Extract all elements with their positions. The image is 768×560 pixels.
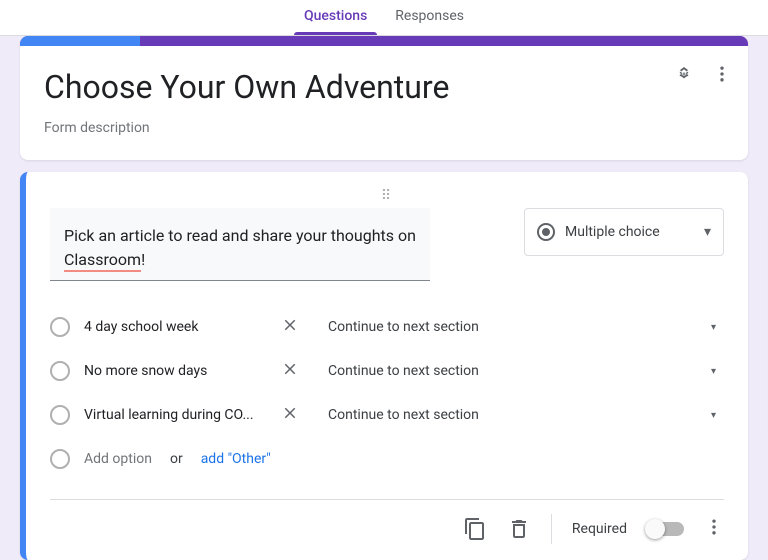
- tab-responses[interactable]: Responses: [381, 0, 478, 35]
- goto-label: Continue to next section: [328, 407, 479, 423]
- more-vert-icon[interactable]: [704, 517, 724, 541]
- remove-option-icon[interactable]: [278, 360, 302, 382]
- drag-handle-icon[interactable]: ⠿: [50, 188, 724, 204]
- collapse-icon[interactable]: [674, 64, 694, 88]
- duplicate-icon[interactable]: [463, 517, 487, 541]
- caret-down-icon: ▾: [711, 366, 716, 377]
- tab-questions[interactable]: Questions: [290, 0, 381, 35]
- required-toggle[interactable]: [647, 522, 684, 536]
- add-other-button[interactable]: add "Other": [201, 451, 271, 467]
- question-text-underlined: Classroom: [64, 250, 141, 272]
- goto-label: Continue to next section: [328, 319, 479, 335]
- remove-option-icon[interactable]: [278, 316, 302, 338]
- goto-dropdown[interactable]: Continue to next section ▾: [316, 407, 724, 423]
- caret-down-icon: ▾: [711, 410, 716, 421]
- option-label[interactable]: No more snow days: [84, 363, 264, 379]
- add-option-row: Add option or add "Other": [50, 437, 724, 481]
- question-footer: Required: [50, 510, 724, 548]
- radio-empty-icon: [50, 405, 70, 425]
- form-header-card: Choose Your Own Adventure Form descripti…: [20, 36, 748, 160]
- goto-dropdown[interactable]: Continue to next section ▾: [316, 363, 724, 379]
- form-title[interactable]: Choose Your Own Adventure: [44, 68, 724, 106]
- add-option-button[interactable]: Add option: [84, 451, 152, 467]
- option-row: Virtual learning during CO... Continue t…: [50, 393, 724, 437]
- required-label: Required: [572, 521, 627, 537]
- divider: [50, 499, 724, 500]
- or-text: or: [170, 451, 183, 467]
- caret-down-icon: ▾: [711, 322, 716, 333]
- goto-dropdown[interactable]: Continue to next section ▾: [316, 319, 724, 335]
- separator: [551, 514, 552, 544]
- radio-empty-icon: [50, 449, 70, 469]
- option-label[interactable]: 4 day school week: [84, 319, 264, 335]
- radio-empty-icon: [50, 361, 70, 381]
- remove-option-icon[interactable]: [278, 404, 302, 426]
- caret-down-icon: ▾: [704, 224, 711, 240]
- more-vert-icon[interactable]: [712, 64, 732, 88]
- question-type-label: Multiple choice: [565, 224, 704, 240]
- option-label[interactable]: Virtual learning during CO...: [84, 407, 264, 423]
- tabs-bar: Questions Responses: [0, 0, 768, 36]
- question-text-part2: !: [141, 250, 145, 269]
- radio-empty-icon: [50, 317, 70, 337]
- option-row: No more snow days Continue to next secti…: [50, 349, 724, 393]
- question-text-part1: Pick an article to read and share your t…: [64, 226, 416, 245]
- option-row: 4 day school week Continue to next secti…: [50, 305, 724, 349]
- question-card: ⠿ Pick an article to read and share your…: [20, 172, 748, 560]
- options-list: 4 day school week Continue to next secti…: [50, 305, 724, 481]
- goto-label: Continue to next section: [328, 363, 479, 379]
- question-text-input[interactable]: Pick an article to read and share your t…: [50, 208, 430, 281]
- question-type-dropdown[interactable]: Multiple choice ▾: [524, 208, 724, 256]
- radio-icon: [537, 223, 555, 241]
- form-description[interactable]: Form description: [44, 120, 724, 136]
- delete-icon[interactable]: [507, 517, 531, 541]
